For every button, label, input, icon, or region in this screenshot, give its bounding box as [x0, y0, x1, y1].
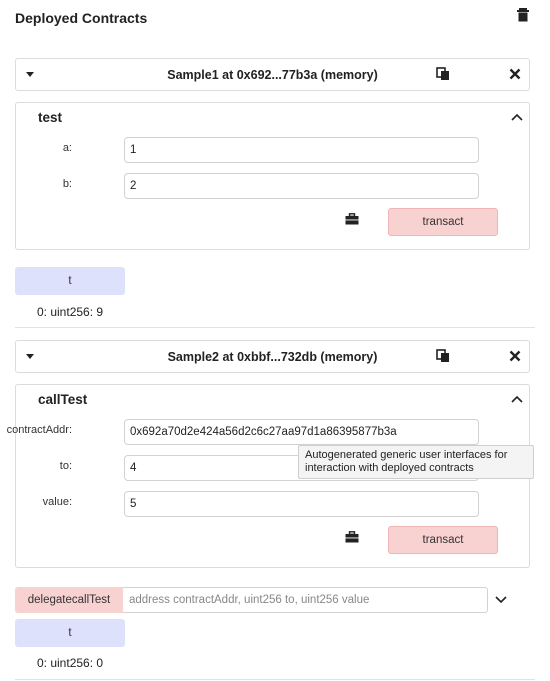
panel-title: Deployed Contracts — [15, 10, 148, 26]
contract-header-sample2[interactable]: Sample2 at 0xbbf...732db (memory) — [15, 340, 530, 373]
close-icon[interactable] — [509, 68, 521, 80]
getter-button-t[interactable]: t — [15, 267, 125, 295]
param-label-b: b: — [62, 178, 72, 190]
param-input-value[interactable]: 5 — [124, 491, 479, 517]
close-icon[interactable] — [509, 350, 521, 362]
param-input-contractaddr[interactable]: 0x692a70d2e424a56d2c6c27aa97d1a86395877b… — [124, 419, 479, 445]
tooltip: Autogenerated generic user interfaces fo… — [298, 445, 534, 479]
param-input-a[interactable]: 1 — [124, 137, 479, 163]
param-label-to: to: — [59, 460, 72, 472]
delegatecalltest-button[interactable]: delegatecallTest — [15, 587, 123, 613]
function-name: test — [38, 110, 63, 125]
contract-title: Sample2 at 0xbbf...732db (memory) — [167, 350, 378, 364]
transact-button-calltest[interactable]: transact — [388, 526, 498, 554]
chevron-up-icon[interactable] — [511, 395, 523, 403]
delegatecalltest-input[interactable]: address contractAddr, uint256 to, uint25… — [123, 587, 488, 613]
copy-icon[interactable] — [436, 349, 450, 363]
transact-button-test[interactable]: transact — [388, 208, 498, 236]
trash-icon[interactable] — [516, 7, 530, 23]
contract-title: Sample1 at 0x692...77b3a (memory) — [167, 68, 378, 82]
param-label-contractaddr: contractAddr: — [6, 424, 72, 436]
function-name: callTest — [38, 392, 88, 407]
contract-header-sample1[interactable]: Sample1 at 0x692...77b3a (memory) — [15, 58, 530, 91]
getter-output: 0: uint256: 9 — [37, 305, 104, 319]
divider — [15, 327, 535, 328]
copy-icon[interactable] — [436, 67, 450, 81]
getter-button-t[interactable]: t — [15, 619, 125, 647]
getter-output: 0: uint256: 0 — [37, 656, 104, 670]
chevron-up-icon[interactable] — [511, 113, 523, 121]
param-input-b[interactable]: 2 — [124, 173, 479, 199]
chevron-down-icon[interactable] — [495, 596, 507, 604]
param-label-value: value: — [42, 496, 72, 508]
param-label-a: a: — [62, 142, 72, 154]
briefcase-icon[interactable] — [345, 531, 359, 543]
divider — [15, 679, 535, 680]
briefcase-icon[interactable] — [345, 213, 359, 225]
